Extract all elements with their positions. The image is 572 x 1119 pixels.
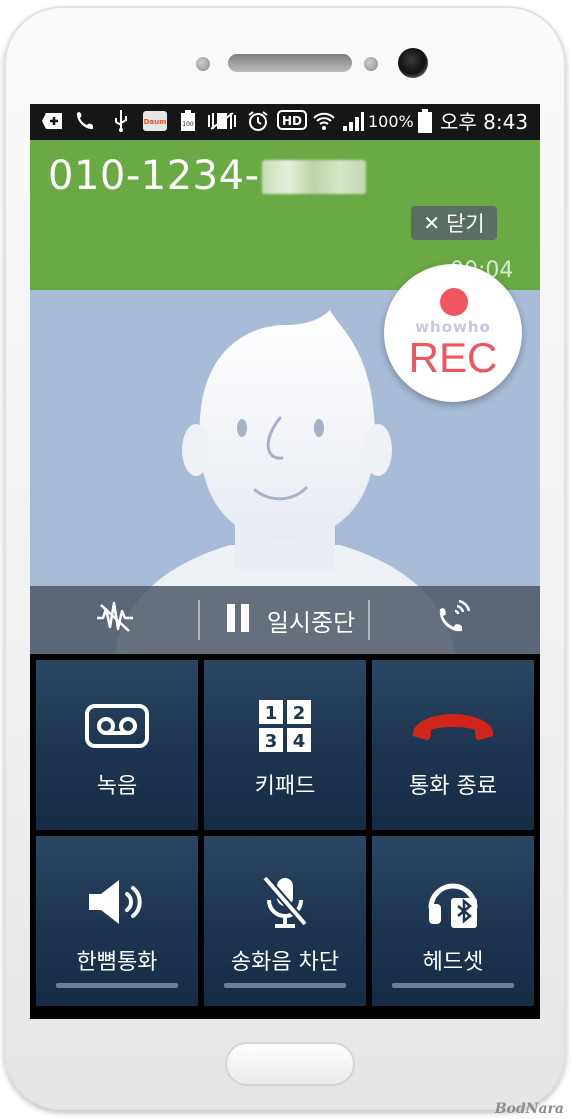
hd-icon: HD [276, 110, 308, 132]
mute-button[interactable]: 송화음 차단 [204, 836, 366, 1006]
keypad-icon: 1 2 3 4 [257, 698, 313, 754]
toggle-indicator [392, 983, 514, 988]
earpiece-speaker [228, 54, 352, 72]
rec-badge[interactable]: whowho REC [384, 264, 522, 402]
record-label: 녹음 [96, 774, 138, 799]
end-call-icon [411, 698, 495, 754]
toggle-indicator [224, 983, 346, 988]
keypad-label: 키패드 [254, 774, 316, 799]
battery-icon [416, 109, 434, 133]
mute-mic-icon [261, 874, 309, 930]
battery-percent: 100% [368, 112, 414, 131]
signal-icon [340, 110, 366, 132]
status-bar: Daum 100 HD 100% 오후 8:43 [30, 104, 540, 140]
record-tape-icon [85, 698, 149, 754]
screen: Daum 100 HD 100% 오후 8:43 010-1234- ✕ 닫기 … [30, 104, 540, 1019]
close-label: 닫기 [446, 212, 485, 236]
battery-saver-icon: 100 [178, 110, 198, 132]
pause-button[interactable]: 일시중단 [210, 586, 370, 654]
rec-label: REC [408, 334, 498, 381]
toggle-indicator [56, 983, 178, 988]
wifi-icon [312, 110, 336, 132]
keypad-digit: 3 [265, 731, 278, 752]
add-icon [40, 110, 66, 132]
alarm-icon [246, 110, 270, 132]
svg-text:HD: HD [282, 114, 302, 128]
number-blur-mask [262, 160, 366, 194]
keypad-digit: 2 [293, 703, 306, 724]
in-call-control-bar: 일시중단 [30, 586, 540, 654]
svg-text:100: 100 [182, 121, 194, 128]
clock: 오후 8:43 [440, 110, 529, 134]
end-call-label: 통화 종료 [409, 774, 497, 799]
divider [368, 600, 370, 640]
daum-icon: Daum [142, 110, 168, 132]
call-action-grid: 녹음 1 2 3 4 키패드 통화 종료 한뼘통화 송화음 차단 헤드셋 [36, 660, 534, 1012]
record-button[interactable]: 녹음 [36, 660, 198, 830]
home-button[interactable] [225, 1042, 355, 1086]
usb-icon [110, 110, 132, 132]
end-call-button[interactable]: 통화 종료 [372, 660, 534, 830]
noise-reduction-button[interactable] [80, 586, 150, 654]
front-camera [398, 48, 428, 78]
call-icon [74, 110, 96, 132]
noise-reduction-off-icon [95, 601, 135, 639]
keypad-button[interactable]: 1 2 3 4 키패드 [204, 660, 366, 830]
proximity-sensor [196, 57, 210, 71]
pause-label: 일시중단 [266, 608, 356, 637]
light-sensor [364, 57, 378, 71]
vibrate-off-icon [206, 110, 238, 132]
divider [198, 600, 200, 640]
speakerphone-button[interactable]: 한뼘통화 [36, 836, 198, 1006]
close-icon: ✕ [423, 211, 441, 235]
headset-button[interactable]: 헤드셋 [372, 836, 534, 1006]
mute-label: 송화음 차단 [230, 950, 340, 975]
caller-number: 010-1234- [48, 153, 260, 199]
watermark: BodNara [494, 1101, 564, 1117]
speaker-icon [87, 874, 147, 930]
pause-icon [225, 602, 251, 638]
speakerphone-label: 한뼘통화 [76, 950, 158, 975]
headset-label: 헤드셋 [422, 950, 484, 975]
svg-text:Daum: Daum [144, 118, 167, 126]
bluetooth-headset-icon [425, 874, 481, 930]
keypad-digit: 4 [293, 731, 306, 752]
call-volume-icon [435, 598, 475, 642]
call-volume-button[interactable] [420, 586, 490, 654]
close-button[interactable]: ✕ 닫기 [411, 206, 497, 240]
record-dot-icon [440, 288, 468, 316]
keypad-digit: 1 [265, 703, 278, 724]
